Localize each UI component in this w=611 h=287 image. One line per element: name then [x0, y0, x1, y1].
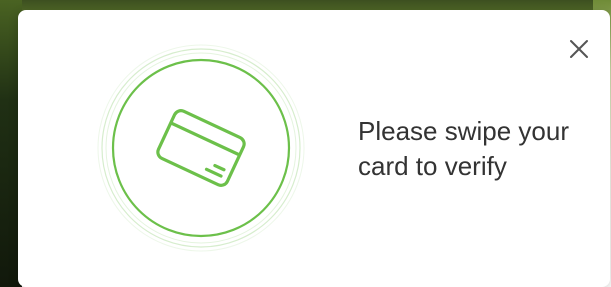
swipe-card-dialog: Please swipe your card to verify [18, 10, 610, 287]
swipe-card-message: Please swipe your card to verify [358, 114, 598, 184]
message-line-2: card to verify [358, 151, 507, 181]
card-swipe-illustration [96, 43, 306, 253]
close-icon [570, 40, 588, 58]
close-button[interactable] [564, 34, 594, 64]
main-ring [111, 58, 291, 238]
message-line-1: Please swipe your [358, 116, 569, 146]
